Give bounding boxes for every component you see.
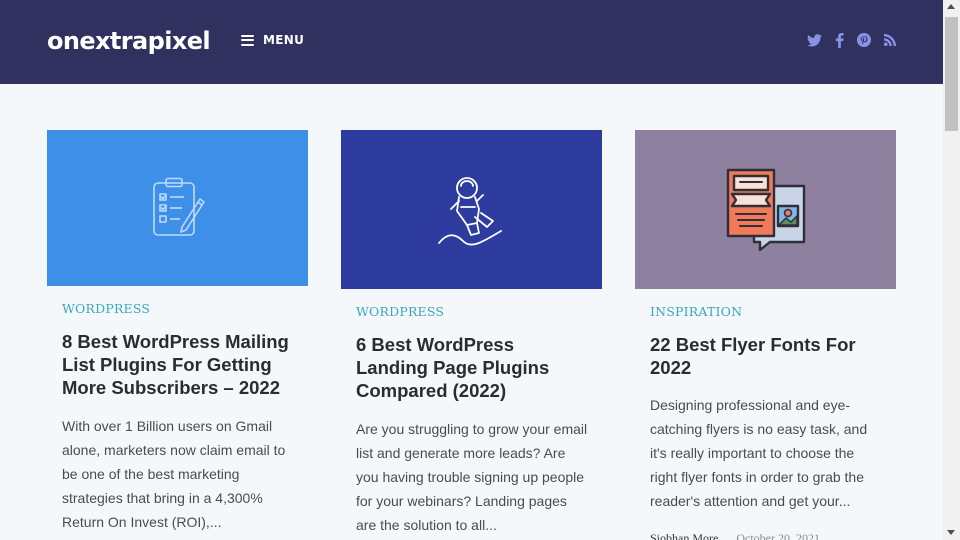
menu-label: MENU <box>263 33 305 47</box>
scrollbar-thumb[interactable] <box>945 17 958 131</box>
scroll-down-arrow-icon[interactable] <box>947 530 955 535</box>
pinterest-icon <box>857 33 871 47</box>
post-excerpt: Designing professional and eye-catching … <box>650 397 868 509</box>
vertical-scrollbar[interactable] <box>943 0 960 540</box>
astronaut-icon <box>437 176 502 245</box>
pinterest-link[interactable] <box>855 31 873 49</box>
twitter-icon <box>806 33 822 46</box>
post-category[interactable]: WORDPRESS <box>62 301 150 316</box>
menu-button[interactable]: MENU <box>241 31 304 49</box>
post-title[interactable]: 6 Best WordPress Landing Page Plugins Co… <box>356 333 591 402</box>
site-logo[interactable]: onextrapixel <box>47 26 211 56</box>
post-author[interactable]: Siobhan More <box>650 531 718 540</box>
post-excerpt: With over 1 Billion users on Gmail alone… <box>62 418 286 530</box>
post-title[interactable]: 22 Best Flyer Fonts For 2022 <box>650 333 885 379</box>
facebook-link[interactable] <box>830 31 848 49</box>
post-category[interactable]: INSPIRATION <box>650 304 742 319</box>
post-meta: Siobhan More October 20, 2021 <box>650 531 820 540</box>
post-thumbnail[interactable] <box>341 130 602 289</box>
post-thumbnail[interactable] <box>635 130 896 289</box>
rss-link[interactable] <box>881 31 899 49</box>
post-date: October 20, 2021 <box>736 531 820 540</box>
scroll-up-arrow-icon[interactable] <box>947 4 955 9</box>
post-thumbnail[interactable] <box>47 130 308 286</box>
post-title[interactable]: 8 Best WordPress Mailing List Plugins Fo… <box>62 330 297 399</box>
facebook-icon <box>835 32 844 48</box>
clipboard-checklist-icon <box>152 177 205 236</box>
post-category[interactable]: WORDPRESS <box>356 304 444 319</box>
post-excerpt: Are you struggling to grow your email li… <box>356 421 588 533</box>
twitter-link[interactable] <box>805 31 823 49</box>
rss-icon <box>884 34 896 46</box>
flyer-icon <box>726 168 805 251</box>
site-header: onextrapixel MENU <box>0 0 943 84</box>
hamburger-icon <box>241 34 254 46</box>
